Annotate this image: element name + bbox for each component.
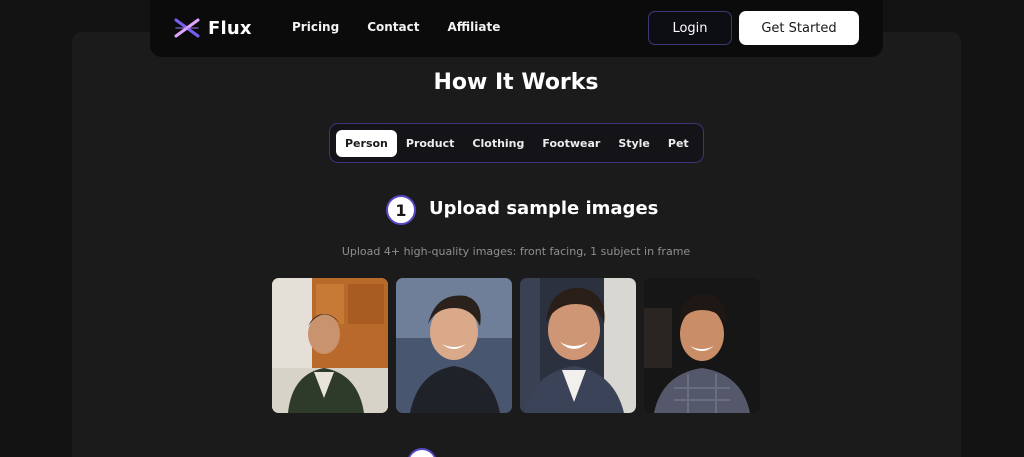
nav-link-contact[interactable]: Contact [367,20,419,34]
get-started-button[interactable]: Get Started [739,11,859,45]
tab-product[interactable]: Product [397,130,464,157]
brand-name: Flux [208,17,252,39]
step-description: Upload 4+ high-quality images: front fac… [341,245,691,258]
nav-links: Pricing Contact Affiliate [292,20,500,34]
step-number-badge: 1 [386,195,416,225]
step-title: Upload sample images [429,198,659,219]
tab-footwear[interactable]: Footwear [533,130,609,157]
section-title: How It Works [433,70,599,95]
sample-photo-2 [396,278,512,413]
tab-pet[interactable]: Pet [659,130,698,157]
sample-photo-4 [644,278,760,413]
login-button[interactable]: Login [648,11,732,45]
logo[interactable]: Flux [174,16,252,40]
tab-clothing[interactable]: Clothing [463,130,533,157]
sample-photo-1 [272,278,388,413]
tab-style[interactable]: Style [609,130,659,157]
sample-photo-3 [520,278,636,413]
category-tabs: Person Product Clothing Footwear Style P… [329,123,704,163]
tab-person[interactable]: Person [336,129,397,157]
flux-logo-icon [174,18,200,38]
page: Flux Pricing Contact Affiliate Login Get… [0,0,1024,457]
navbar: Flux Pricing Contact Affiliate Login Get… [150,0,883,57]
nav-link-affiliate[interactable]: Affiliate [447,20,500,34]
nav-link-pricing[interactable]: Pricing [292,20,339,34]
